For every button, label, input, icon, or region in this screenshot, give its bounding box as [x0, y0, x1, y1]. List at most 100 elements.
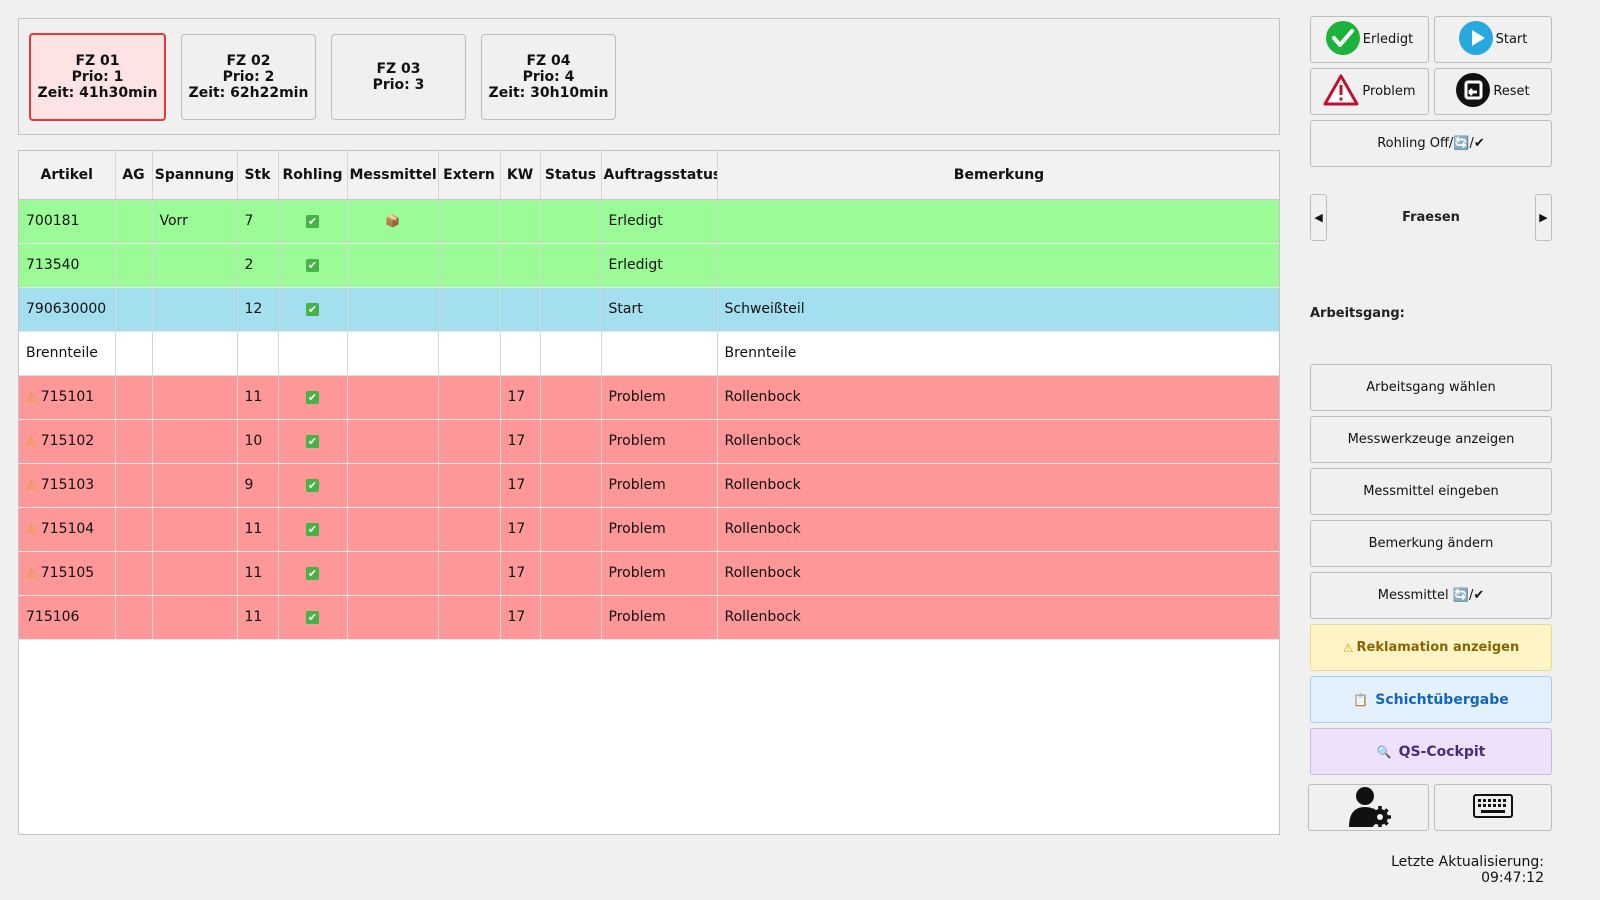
table-row[interactable]: 790630000 12 ✔ Start Schweißteil — [19, 287, 1279, 332]
table-row[interactable]: ⚠ 715104 11 ✔ 17 Problem Rollenbock — [19, 507, 1279, 552]
cell-bemerkung: Brennteile — [717, 331, 1279, 376]
start-button[interactable]: Start — [1434, 16, 1552, 63]
table-row[interactable]: ⚠ 715102 10 ✔ 17 Problem Rollenbock — [19, 419, 1279, 464]
play-circle-icon — [1458, 20, 1493, 59]
vehicle-card-fz04[interactable]: FZ 04 Prio: 4 Zeit: 30h10min — [481, 34, 616, 120]
qs-cockpit-label: QS-Cockpit — [1398, 743, 1486, 760]
cell-extern — [438, 199, 501, 244]
cell-extern — [438, 507, 501, 552]
cell-stk: 11 — [237, 375, 279, 420]
messmittel-eingeben-button[interactable]: Messmittel eingeben — [1310, 468, 1552, 515]
user-settings-button[interactable] — [1308, 784, 1429, 831]
table-row[interactable]: 713540 2 ✔ Erledigt — [19, 243, 1279, 288]
warning-icon: ⚠ — [26, 434, 37, 448]
cell-status — [540, 419, 602, 464]
reset-button[interactable]: Reset — [1434, 68, 1552, 115]
checkmark-icon: ✔ — [306, 523, 319, 536]
cell-spannung — [152, 243, 238, 288]
cell-messmittel — [347, 375, 439, 420]
cell-spannung — [152, 551, 238, 596]
table-row[interactable]: Brennteile Brennteile — [19, 331, 1279, 376]
cell-rohling: ✔ — [278, 551, 348, 596]
table-row[interactable]: ⚠ 715101 11 ✔ 17 Problem Rollenbock — [19, 375, 1279, 420]
bemerkung-value: Rollenbock — [724, 521, 801, 537]
stk-value: 9 — [244, 477, 254, 493]
cell-kw: 17 — [500, 375, 541, 420]
arbeitsgang-waehlen-button[interactable]: Arbeitsgang wählen — [1310, 364, 1552, 411]
reklamation-button[interactable]: ⚠ Reklamation anzeigen — [1310, 624, 1552, 671]
vehicle-prio: Prio: 1 — [71, 69, 124, 85]
column-header-stk[interactable]: Stk — [237, 151, 279, 200]
erledigt-label: Erledigt — [1362, 32, 1414, 47]
cell-ag — [115, 463, 153, 508]
table-row[interactable]: 715106 11 ✔ 17 Problem Rollenbock — [19, 595, 1279, 640]
column-header-artikel[interactable]: Artikel — [19, 151, 116, 200]
bemerkung-value: Schweißteil — [724, 301, 805, 317]
vehicle-card-fz03[interactable]: FZ 03 Prio: 3 — [331, 34, 466, 120]
problem-button[interactable]: Problem — [1310, 68, 1429, 115]
table-row[interactable]: ⚠ 715105 11 ✔ 17 Problem Rollenbock — [19, 551, 1279, 596]
artikel-value: 715101 — [40, 389, 95, 405]
cell-rohling: ✔ — [278, 199, 348, 244]
cell-auftragsstatus: Problem — [601, 375, 718, 420]
keyboard-button[interactable] — [1434, 784, 1552, 831]
next-section-button[interactable]: ▶ — [1535, 194, 1552, 241]
bemerkung-aendern-button[interactable]: Bemerkung ändern — [1310, 520, 1552, 567]
warning-icon: ⚠ — [26, 478, 37, 492]
cell-rohling: ✔ — [278, 507, 348, 552]
cell-extern — [438, 243, 501, 288]
cell-bemerkung — [717, 199, 1279, 244]
table-row[interactable]: ⚠ 715103 9 ✔ 17 Problem Rollenbock — [19, 463, 1279, 508]
cell-spannung — [152, 331, 238, 376]
schichtuebergabe-button[interactable]: 📋 Schichtübergabe — [1310, 676, 1552, 723]
cell-stk: 10 — [237, 419, 279, 464]
bemerkung-value: Rollenbock — [724, 565, 801, 581]
messwerkzeuge-button[interactable]: Messwerkzeuge anzeigen — [1310, 416, 1552, 463]
auftragsstatus-value: Start — [608, 301, 643, 317]
column-header-spannung[interactable]: Spannung — [152, 151, 238, 200]
column-header-bemerkung[interactable]: Bemerkung — [717, 151, 1279, 200]
user-settings-icon — [1347, 785, 1391, 831]
auftragsstatus-value: Problem — [608, 521, 666, 537]
cell-auftragsstatus: Problem — [601, 419, 718, 464]
checkmark-icon: ✔ — [306, 611, 319, 624]
cell-bemerkung — [717, 243, 1279, 288]
vehicle-name: FZ 02 — [226, 53, 271, 69]
reklamation-label: Reklamation anzeigen — [1356, 640, 1520, 655]
column-header-ag[interactable]: AG — [115, 151, 153, 200]
artikel-value: 713540 — [26, 257, 80, 273]
erledigt-button[interactable]: Erledigt — [1310, 16, 1429, 63]
column-header-rohling[interactable]: Rohling — [278, 151, 348, 200]
kw-value: 17 — [507, 565, 526, 581]
column-header-kw[interactable]: KW — [500, 151, 541, 200]
prev-section-button[interactable]: ◀ — [1310, 194, 1327, 241]
column-header-extern[interactable]: Extern — [438, 151, 501, 200]
stk-value: 11 — [244, 565, 263, 581]
cell-artikel: 715106 — [19, 595, 116, 640]
cell-auftragsstatus: Problem — [601, 595, 718, 640]
vehicle-prio: Prio: 2 — [222, 69, 275, 85]
problem-label: Problem — [1362, 84, 1416, 99]
order-table: Artikel AG Spannung Stk Rohling Messmitt… — [19, 151, 1279, 640]
table-row[interactable]: 700181 Vorr 7 ✔ 📦 Erledigt — [19, 199, 1279, 244]
messmittel-toggle-button[interactable]: Messmittel 🔄/✔ — [1310, 572, 1552, 619]
cell-spannung — [152, 507, 238, 552]
qs-cockpit-button[interactable]: 🔍 QS-Cockpit — [1310, 728, 1552, 775]
cell-artikel: ⚠ 715101 — [19, 375, 116, 420]
vehicle-card-fz01[interactable]: FZ 01 Prio: 1 Zeit: 41h30min — [29, 33, 166, 121]
column-header-status[interactable]: Status — [540, 151, 602, 200]
cell-spannung — [152, 287, 238, 332]
vehicle-prio: Prio: 4 — [522, 69, 575, 85]
cell-stk: 11 — [237, 595, 279, 640]
column-header-auftragsstatus[interactable]: Auftragsstatus — [601, 151, 718, 200]
rohling-toggle-button[interactable]: Rohling Off/🔄/✔ — [1310, 120, 1552, 167]
cell-rohling: ✔ — [278, 243, 348, 288]
cell-messmittel — [347, 507, 439, 552]
vehicle-card-fz02[interactable]: FZ 02 Prio: 2 Zeit: 62h22min — [181, 34, 316, 120]
column-header-messmittel[interactable]: Messmittel — [347, 151, 439, 200]
schichtuebergabe-label: Schichtübergabe — [1375, 691, 1509, 708]
cell-rohling: ✔ — [278, 287, 348, 332]
cell-status — [540, 463, 602, 508]
artikel-value: 715102 — [40, 433, 95, 449]
cell-spannung: Vorr — [152, 199, 238, 244]
